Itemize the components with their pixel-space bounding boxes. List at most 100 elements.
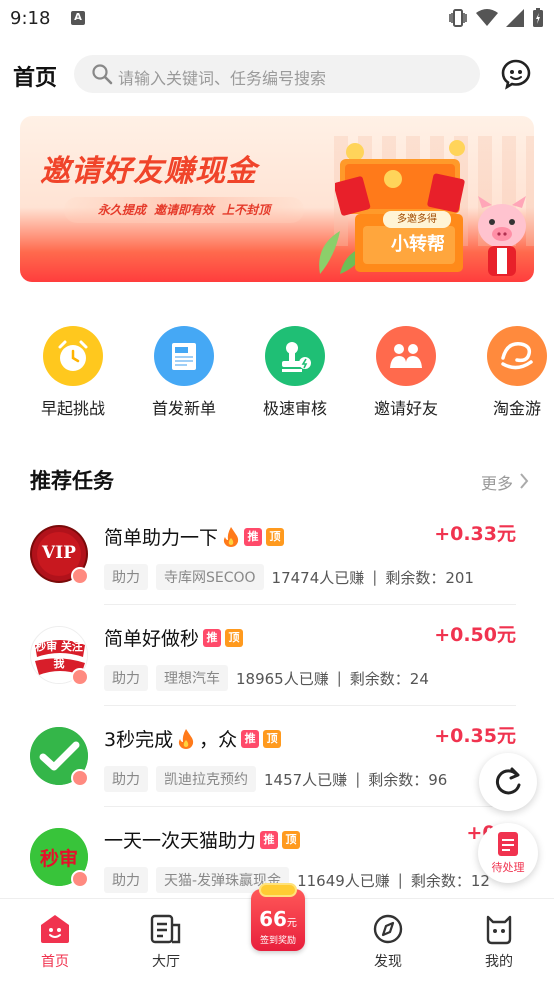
tab-label: 大厅 <box>152 954 180 970</box>
message-icon[interactable] <box>500 58 532 90</box>
status-bar: 9:18 A <box>0 0 554 36</box>
task-reward: +0.33元 <box>434 523 516 545</box>
quick-entry-invite-friends[interactable]: 邀请好友 <box>351 326 461 419</box>
task-reward: +0.50元 <box>434 624 516 646</box>
gold-icon <box>487 326 547 386</box>
tab-discover[interactable]: 发现 <box>333 913 443 971</box>
chevron-right-icon <box>520 473 529 489</box>
fire-icon <box>223 526 239 547</box>
pig-mascot-icon <box>478 196 526 276</box>
quick-entry-label: 极速审核 <box>262 399 327 418</box>
more-label: 更多 <box>481 474 514 493</box>
banner-headline: 邀请好友赚现金 <box>40 154 257 189</box>
stamp-icon <box>265 326 325 386</box>
task-name: 一天一次天猫助力 推 顶 <box>104 826 301 853</box>
quick-entry-label: 早起挑战 <box>40 399 105 418</box>
quick-entry-gold-game[interactable]: 淘金游 <box>462 326 554 419</box>
avatar-text: 秒审 关注我 <box>35 640 83 670</box>
verified-badge-icon <box>71 870 89 888</box>
task-row[interactable]: 秒审 关注我 简单好做秒 推 顶 +0.50元 助力 理想汽车 18965人已赚… <box>0 606 554 706</box>
divider <box>104 705 516 706</box>
reward-amount: 66元 <box>251 907 305 931</box>
reward-amount-unit: 元 <box>286 918 297 929</box>
section-title: 推荐任务 <box>30 469 114 493</box>
compass-icon <box>373 914 403 944</box>
refresh-icon <box>495 767 521 795</box>
reward-amount-value: 66 <box>259 907 287 931</box>
task-name: 简单助力一下 推 顶 <box>104 523 285 550</box>
quick-entry-label: 淘金游 <box>492 399 541 418</box>
task-reward: +0.35元 <box>434 725 516 747</box>
avatar-text: 秒审 <box>39 848 78 870</box>
tab-home[interactable]: 首页 <box>0 913 110 971</box>
task-row[interactable]: VIP 简单助力一下 推 顶 +0.33元 助力 寺库网SECOO 17474人… <box>0 505 554 605</box>
signal-icon <box>506 9 524 27</box>
quick-entries: 早起挑战 首发新单 极速审核 邀请好友 淘金游 <box>0 326 554 426</box>
status-time: 9:18 <box>10 8 51 29</box>
quick-entry-label: 邀请好友 <box>373 399 438 418</box>
task-type-chip: 助力 <box>104 564 148 590</box>
divider <box>104 604 516 605</box>
invite-banner[interactable]: 邀请好友赚现金 永久提成 邀请即有效 上不封顶 多邀多得 小转帮 <box>20 116 534 282</box>
search-placeholder: 请输入关键词、任务编号搜索 <box>118 69 327 88</box>
task-remaining: 剩余数：201 <box>385 568 474 587</box>
reward-label: 签到奖励 <box>259 936 296 946</box>
tag-top: 顶 <box>263 729 282 748</box>
vibrate-icon <box>449 9 467 27</box>
new-document-icon <box>154 326 214 386</box>
task-source-chip: 凯迪拉克预约 <box>156 766 256 792</box>
people-icon <box>376 326 436 386</box>
task-title: 简单助力一下 <box>104 527 219 549</box>
tag-recommend: 推 <box>203 628 222 647</box>
bottom-nav: 首页 大厅 66元 签到奖励 发现 我的 <box>0 883 554 984</box>
fire-icon <box>178 728 194 749</box>
pending-label: 待处理 <box>491 861 525 874</box>
task-meta: 助力 寺库网SECOO 17474人已赚 | 剩余数：201 <box>104 564 474 590</box>
divider <box>104 806 516 807</box>
tab-label: 首页 <box>41 954 69 970</box>
refresh-button[interactable] <box>479 753 537 811</box>
quick-entry-early-rise[interactable]: 早起挑战 <box>18 326 128 419</box>
pending-button[interactable]: 待处理 <box>478 823 538 883</box>
task-remaining: 剩余数：96 <box>368 770 448 789</box>
task-title: 简单好做秒 <box>104 628 200 650</box>
task-earned: 11649人已赚 <box>297 871 390 890</box>
task-type-chip: 助力 <box>104 867 148 893</box>
top-header: 首页 请输入关键词、任务编号搜索 <box>0 52 554 96</box>
task-source-chip: 理想汽车 <box>156 665 228 691</box>
tab-mine[interactable]: 我的 <box>444 913 554 971</box>
checkin-reward-button[interactable]: 66元 签到奖励 <box>251 883 305 951</box>
task-title-suffix: ，众 <box>199 729 238 751</box>
system-nav-bar <box>0 977 554 984</box>
page-title: 首页 <box>13 66 58 91</box>
tab-hall[interactable]: 大厅 <box>111 913 221 971</box>
avatar-text: VIP <box>42 543 76 563</box>
home-icon <box>41 915 69 943</box>
verified-badge-icon <box>71 769 89 787</box>
quick-entry-new-orders[interactable]: 首发新单 <box>129 326 239 419</box>
verified-badge-icon <box>71 567 89 585</box>
tag-recommend: 推 <box>241 729 260 748</box>
search-input[interactable]: 请输入关键词、任务编号搜索 <box>74 55 480 93</box>
task-earned: 1457人已赚 <box>264 770 348 789</box>
task-meta: 助力 凯迪拉克预约 1457人已赚 | 剩余数：96 <box>104 766 447 792</box>
wifi-icon <box>476 9 498 26</box>
more-link[interactable]: 更多 <box>481 470 529 494</box>
quick-entry-fast-review[interactable]: 极速审核 <box>240 326 350 419</box>
status-icons <box>448 8 544 28</box>
task-source-chip: 寺库网SECOO <box>156 564 264 590</box>
tab-label: 发现 <box>374 954 402 970</box>
tag-top: 顶 <box>282 830 301 849</box>
clipboard-icon <box>498 832 518 856</box>
coins-icon <box>259 883 297 897</box>
tag-recommend: 推 <box>244 527 263 546</box>
task-row[interactable]: 3秒完成 ，众 推 顶 +0.35元 助力 凯迪拉克预约 1457人已赚 | 剩余数… <box>0 707 554 807</box>
task-type-chip: 助力 <box>104 665 148 691</box>
task-name: 简单好做秒 推 顶 <box>104 624 244 651</box>
task-remaining: 剩余数：24 <box>349 669 429 688</box>
task-earned: 18965人已赚 <box>236 669 329 688</box>
tab-label: 我的 <box>485 954 513 970</box>
task-title: 3秒完成 <box>104 729 174 751</box>
tag-top: 顶 <box>225 628 244 647</box>
task-type-chip: 助力 <box>104 766 148 792</box>
